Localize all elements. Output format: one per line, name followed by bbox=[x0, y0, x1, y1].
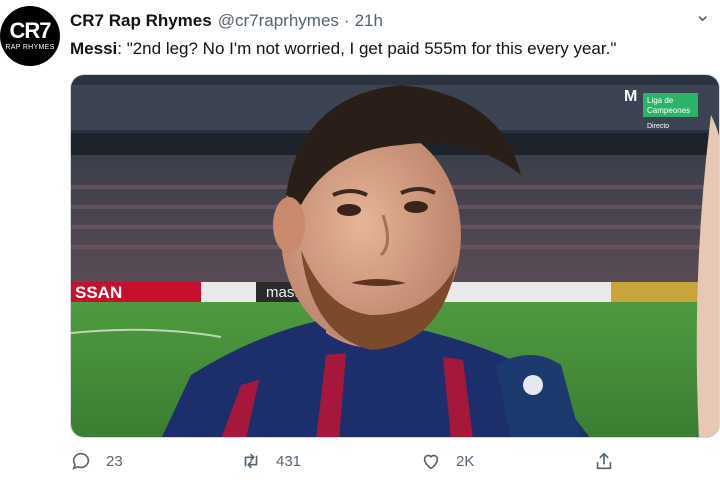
share-icon bbox=[596, 452, 612, 470]
timestamp[interactable]: 21h bbox=[355, 11, 383, 31]
avatar-logo-text: CR7 bbox=[9, 17, 51, 43]
like-count: 2K bbox=[456, 452, 475, 470]
retweet-button[interactable]: 431 bbox=[240, 450, 301, 472]
retweet-icon bbox=[244, 453, 258, 469]
tweet-media-image[interactable]: SSAN mastercard M bbox=[70, 74, 720, 438]
reply-button[interactable]: 23 bbox=[70, 450, 123, 472]
broadcast-label-line1: Liga de bbox=[647, 96, 674, 105]
tweet-quote: : "2nd leg? No I'm not worried, I get pa… bbox=[117, 39, 617, 58]
ad-board-left-text: SSAN bbox=[75, 283, 122, 302]
broadcast-label-line2: Campeones bbox=[647, 106, 690, 115]
tweet-text: Messi: "2nd leg? No I'm not worried, I g… bbox=[70, 38, 710, 60]
like-button[interactable]: 2K bbox=[420, 450, 474, 472]
avatar[interactable]: CR7 RAP RHYMES bbox=[0, 6, 60, 66]
user-handle[interactable]: @cr7raprhymes bbox=[218, 11, 339, 31]
broadcaster-logo: M bbox=[624, 88, 637, 105]
more-icon[interactable]: ⌄ bbox=[694, 2, 712, 27]
avatar-subtitle: RAP RHYMES bbox=[5, 43, 55, 51]
share-button[interactable] bbox=[593, 450, 615, 472]
reply-icon bbox=[72, 452, 90, 470]
tweet-actions: 23 431 2K bbox=[70, 450, 630, 478]
heart-icon bbox=[423, 454, 439, 470]
display-name[interactable]: CR7 Rap Rhymes bbox=[70, 11, 212, 31]
tweet-speaker: Messi bbox=[70, 39, 118, 58]
media-photo: SSAN mastercard M bbox=[71, 75, 719, 437]
separator-dot: · bbox=[343, 11, 350, 30]
broadcast-status: Directo bbox=[647, 123, 669, 130]
tweet-header: CR7 Rap Rhymes @cr7raprhymes · 21h bbox=[70, 10, 383, 32]
reply-count: 23 bbox=[106, 452, 123, 470]
retweet-count: 431 bbox=[276, 452, 302, 470]
